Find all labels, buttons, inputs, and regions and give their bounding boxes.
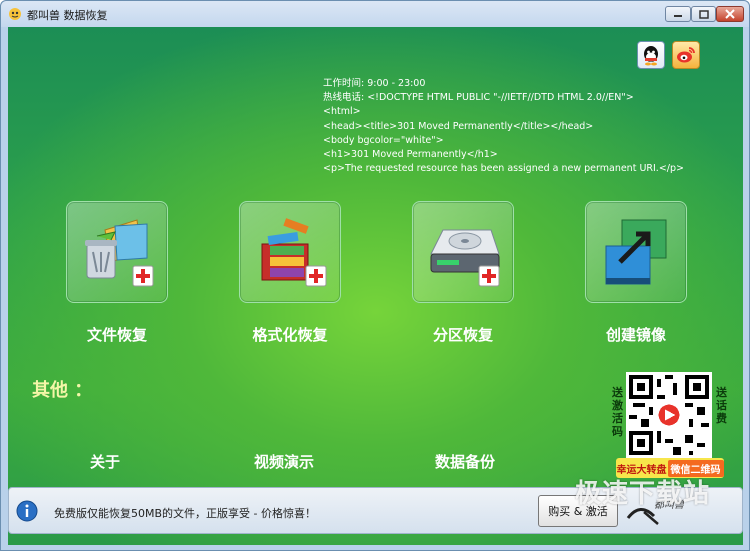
qq-icon	[644, 46, 658, 66]
contact-notice: 工作时间: 9:00 - 23:00 热线电话: <!DOCTYPE HTML …	[323, 77, 723, 176]
file-recovery-button[interactable]	[66, 201, 168, 303]
data-backup-link[interactable]: 数据备份	[435, 451, 495, 472]
minimize-icon	[674, 15, 682, 17]
notice-line: <p>The requested resource has been assig…	[323, 163, 684, 175]
notice-line: 热线电话: <!DOCTYPE HTML PUBLIC "-//IETF//DT…	[323, 92, 634, 104]
notice-line: <html>	[323, 106, 361, 118]
promo-text: 免费版仅能恢复50MB的文件，正版享受 - 价格惊喜！	[54, 507, 316, 520]
create-image-label[interactable]: 创建镜像	[571, 324, 701, 345]
window-title: 都叫兽 数据恢复	[27, 9, 108, 22]
qr-right-text: 送话费	[716, 386, 727, 425]
download-site-watermark: 极速下载站	[575, 479, 711, 509]
main-panel: 工作时间: 9:00 - 23:00 热线电话: <!DOCTYPE HTML …	[8, 27, 743, 545]
qr-left-text: 送激活码	[612, 386, 623, 438]
file-recovery-label[interactable]: 文件恢复	[52, 324, 182, 345]
info-icon	[16, 500, 38, 522]
weibo-button[interactable]	[672, 41, 700, 69]
notice-line: <head><title>301 Moved Permanently</titl…	[323, 120, 594, 132]
close-button[interactable]	[716, 6, 744, 22]
maximize-icon	[698, 9, 709, 19]
notice-line: <h1>301 Moved Permanently</h1>	[323, 149, 498, 161]
notice-line: <body bgcolor="white">	[323, 134, 444, 146]
format-recovery-label[interactable]: 格式化恢复	[225, 324, 355, 345]
partition-recovery-icon	[430, 229, 500, 287]
qr-code-image	[626, 372, 712, 458]
file-recovery-icon	[85, 219, 154, 287]
other-section-title: 其他 ：	[32, 380, 93, 401]
title-bar[interactable]: 都叫兽 数据恢复	[1, 1, 749, 27]
video-demo-link[interactable]: 视频演示	[254, 451, 314, 472]
app-window: 都叫兽 数据恢复 工作时间: 9:00 - 23:00 热线电话: <!DOCT…	[0, 0, 750, 551]
partition-recovery-label[interactable]: 分区恢复	[398, 324, 528, 345]
format-recovery-icon	[261, 218, 327, 287]
qr-code-icon	[629, 375, 709, 455]
weibo-icon	[677, 47, 695, 63]
create-image-icon	[605, 219, 667, 285]
create-image-button[interactable]	[585, 201, 687, 303]
close-icon	[725, 9, 735, 19]
format-recovery-button[interactable]	[239, 201, 341, 303]
qq-button[interactable]	[637, 41, 665, 69]
notice-line: 工作时间: 9:00 - 23:00	[323, 78, 426, 89]
maximize-button[interactable]	[691, 6, 716, 22]
app-logo-icon	[9, 8, 21, 20]
minimize-button[interactable]	[665, 6, 691, 22]
partition-recovery-button[interactable]	[412, 201, 514, 303]
qr-promo[interactable]: 送激活码 送话费 幸运大转盘 微信二维码	[612, 372, 728, 482]
about-link[interactable]: 关于	[90, 451, 120, 472]
